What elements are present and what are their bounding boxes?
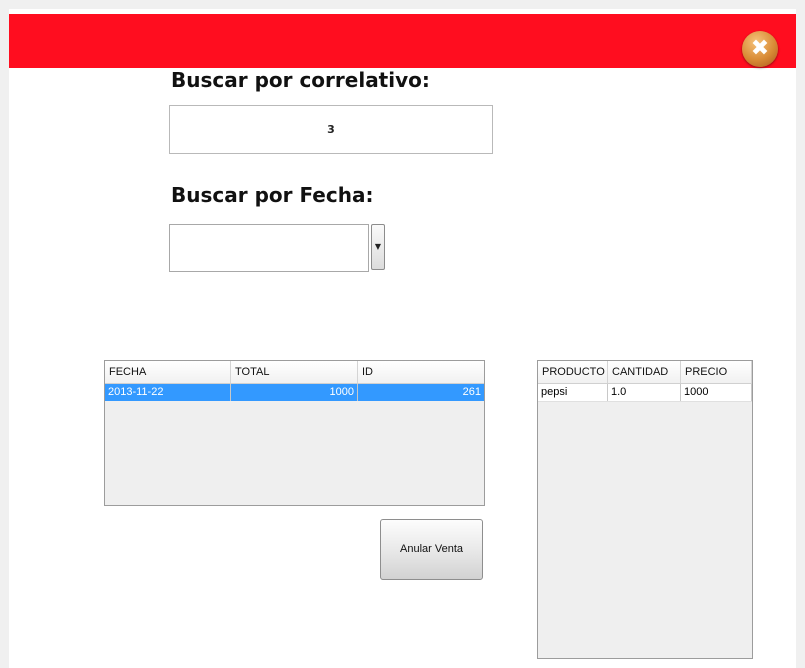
sales-table: FECHA TOTAL ID 2013-11-22 1000 261 xyxy=(104,360,485,506)
column-header-producto[interactable]: PRODUCTO xyxy=(538,361,608,383)
correlative-search-label: Buscar por correlativo: xyxy=(171,68,430,92)
column-header-id[interactable]: ID xyxy=(358,361,484,383)
title-bar: ✖ xyxy=(9,14,796,68)
date-search-combo[interactable] xyxy=(169,224,369,272)
sale-detail-table: PRODUCTO CANTIDAD PRECIO pepsi 1.0 1000 xyxy=(537,360,753,659)
column-header-fecha[interactable]: FECHA xyxy=(105,361,231,383)
close-icon[interactable]: ✖ xyxy=(742,31,778,67)
date-search-label: Buscar por Fecha: xyxy=(171,183,374,207)
detail-table-header: PRODUCTO CANTIDAD PRECIO xyxy=(538,361,752,384)
cell-id: 261 xyxy=(462,386,481,398)
cell-total: 1000 xyxy=(231,384,358,401)
column-header-precio[interactable]: PRECIO xyxy=(681,361,752,383)
cell-cantidad: 1.0 xyxy=(608,384,681,401)
sales-table-header: FECHA TOTAL ID xyxy=(105,361,484,384)
cell-producto: pepsi xyxy=(538,384,608,401)
cell-precio: 1000 xyxy=(681,384,752,401)
table-row[interactable]: 2013-11-22 1000 261 xyxy=(105,384,484,401)
sales-search-window: ✖ Buscar por correlativo: 3 Buscar por F… xyxy=(9,9,796,668)
column-header-total[interactable]: TOTAL xyxy=(231,361,358,383)
column-header-cantidad[interactable]: CANTIDAD xyxy=(608,361,681,383)
correlative-search-input[interactable]: 3 xyxy=(169,105,493,154)
cell-fecha: 2013-11-22 xyxy=(105,384,231,401)
chevron-down-icon[interactable]: ▼ xyxy=(371,224,385,270)
void-sale-button[interactable]: Anular Venta xyxy=(380,519,483,580)
table-row[interactable]: pepsi 1.0 1000 xyxy=(538,384,752,402)
